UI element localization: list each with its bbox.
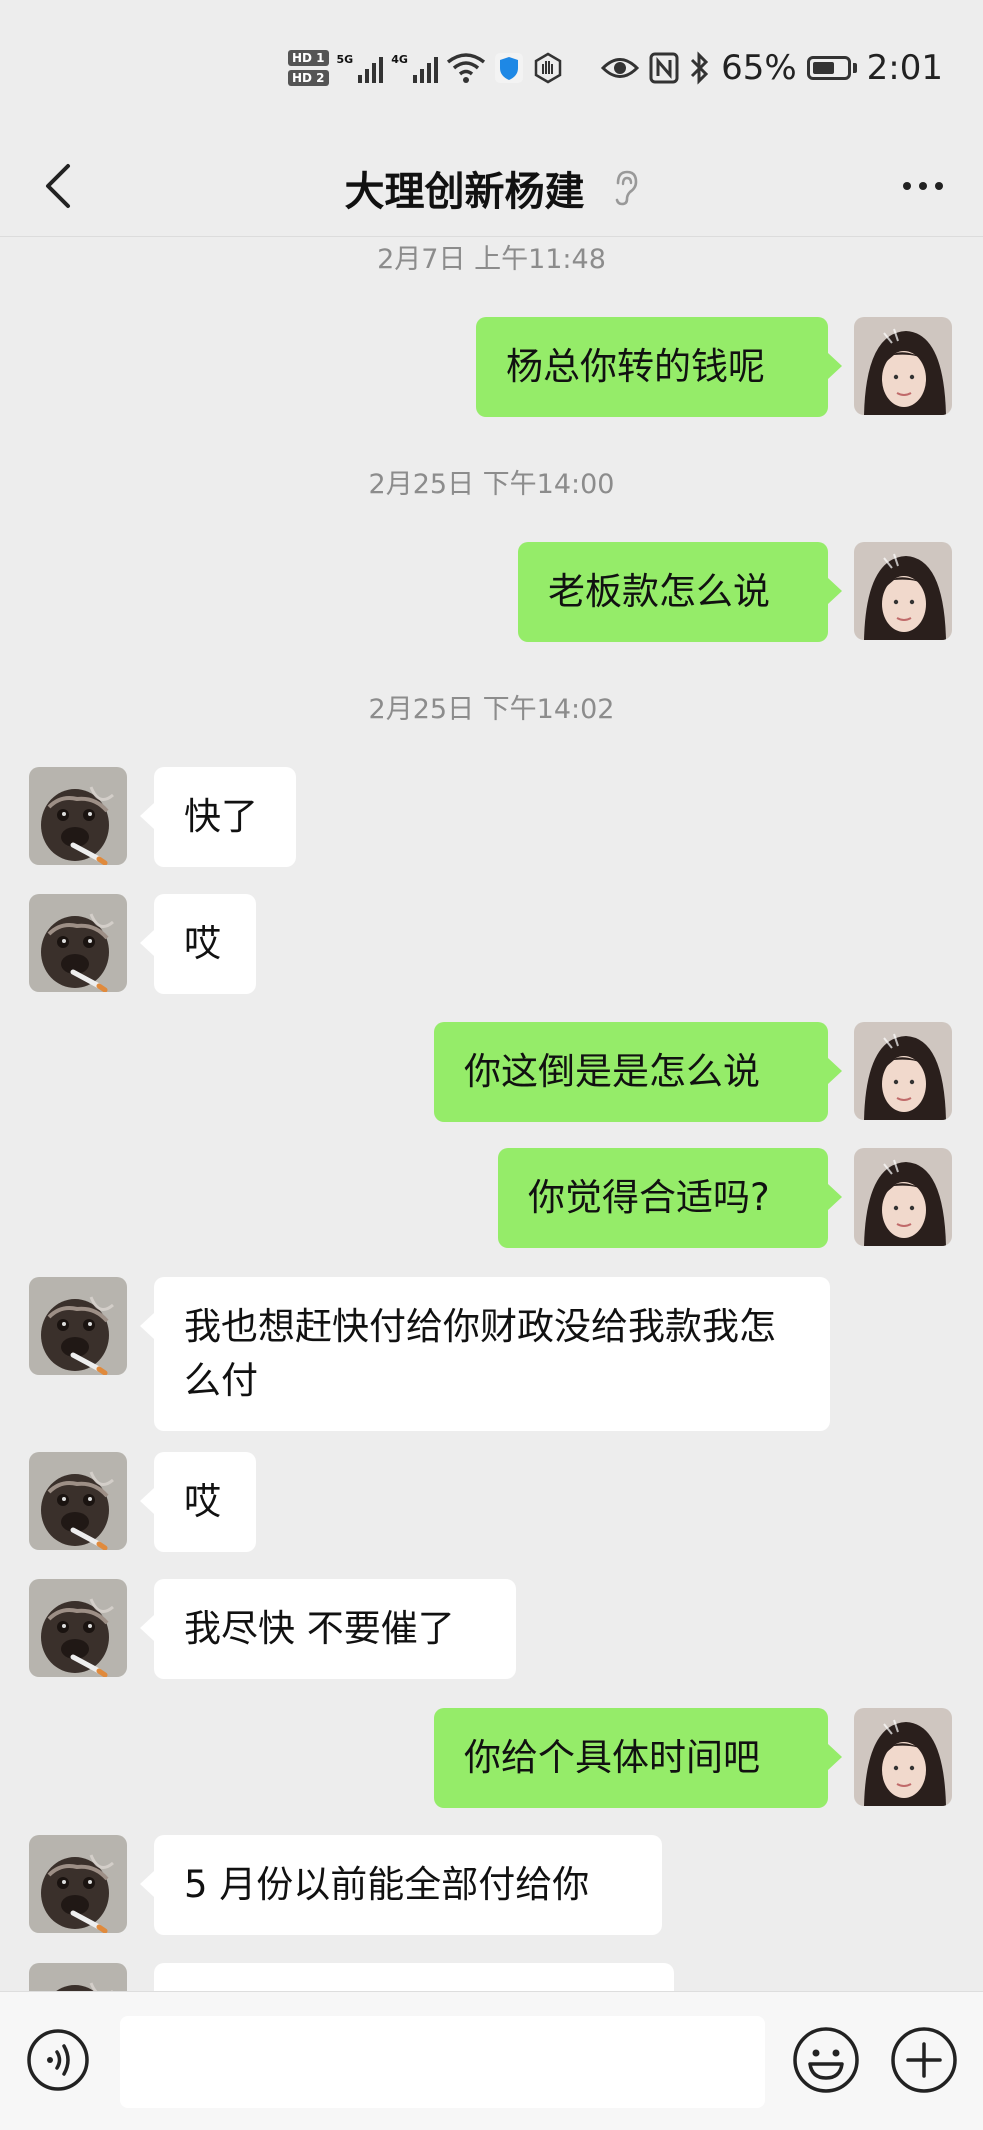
avatar-image [854,1708,952,1806]
my-avatar[interactable] [854,542,952,640]
voice-button[interactable] [26,2028,90,2092]
message-list[interactable]: 2月7日 上午11:48 杨总你转的钱呢 2月25日 下午14:00 老板款怎么说 2月… [0,237,983,1991]
contact-avatar[interactable] [29,1963,127,1991]
my-avatar[interactable] [854,317,952,415]
contact-avatar[interactable] [29,1835,127,1933]
eye-icon [601,58,640,78]
battery-percent: 65% [721,48,797,88]
chat-title: 大理创新杨建 [344,169,585,215]
wifi-icon [446,53,485,83]
ear-icon [615,170,637,206]
contact-avatar[interactable] [29,767,127,865]
avatar-image [29,1835,127,1933]
more-button[interactable] [893,156,953,216]
emoji-button[interactable] [792,2026,860,2094]
input-bar [0,1991,983,2130]
contact-avatar[interactable] [29,1277,127,1375]
message-bubble[interactable]: 你给个具体时间吧 [434,1708,842,1808]
avatar-image [29,1277,127,1375]
signal-4g-icon: 4G [391,53,438,83]
message-bubble[interactable]: 哎 [140,894,256,994]
timestamp: 2月25日 下午14:02 [368,694,615,725]
bluetooth-icon [691,51,709,85]
status-bar: HD 1 HD 2 5G 4G 65% 2:01 [0,0,983,140]
plus-button[interactable] [890,2026,958,2094]
avatar-image [854,317,952,415]
more-dots-icon [903,182,911,190]
message-bubble[interactable]: 快了 [140,767,296,867]
title-wrap: 大理创新杨建 [0,140,983,236]
message-bubble[interactable]: 我也想赶快付给你财政没给我款我怎么付 [140,1277,830,1431]
shield-icon [494,53,523,83]
voice-icon [27,2029,89,2091]
avatar-image [29,767,127,865]
message-bubble[interactable]: 5 月份以前能全部付给你 [140,1835,662,1935]
avatar-image [29,1452,127,1550]
avatar-image [29,1579,127,1677]
signal-5g-label: 5G [336,53,354,66]
message-bubble[interactable]: 老板款怎么说 [518,542,842,642]
hd-indicator: HD 1 HD 2 [288,50,329,86]
battery-icon [806,56,857,80]
hd2-label: HD 2 [288,70,329,86]
status-left: HD 1 HD 2 5G 4G [288,44,564,92]
avatar-image [854,542,952,640]
signal-5g-icon: 5G [337,53,384,83]
message-bubble[interactable]: 杨总你转的钱呢 [476,317,842,417]
my-avatar[interactable] [854,1148,952,1246]
avatar-image [29,894,127,992]
status-right: 65% 2:01 [601,44,943,92]
timestamp: 2月7日 上午11:48 [377,244,606,275]
avatar-image [854,1148,952,1246]
chat-header: 大理创新杨建 [0,140,983,237]
battery-fill [812,62,834,74]
my-avatar[interactable] [854,1708,952,1806]
signal-4g-label: 4G [391,53,408,66]
contact-avatar[interactable] [29,1452,127,1550]
plus-icon [891,2027,957,2093]
message-bubble[interactable]: 你觉得合适吗? [498,1148,842,1248]
message-bubble[interactable]: 你这倒是是怎么说 [434,1022,842,1122]
avatar-image [29,1963,127,1991]
hd1-label: HD 1 [288,50,329,66]
emoji-icon [793,2027,859,2093]
status-time: 2:01 [866,48,943,88]
message-bubble[interactable]: 我尽快 不要催了 [140,1579,516,1679]
message-bubble[interactable] [154,1963,674,1991]
message-bubble[interactable]: 哎 [140,1452,256,1552]
hand-icon [534,52,562,84]
my-avatar[interactable] [854,1022,952,1120]
avatar-image [854,1022,952,1120]
message-input[interactable] [120,2016,765,2108]
contact-avatar[interactable] [29,1579,127,1677]
contact-avatar[interactable] [29,894,127,992]
timestamp: 2月25日 下午14:00 [368,469,615,500]
nfc-icon [649,52,679,84]
